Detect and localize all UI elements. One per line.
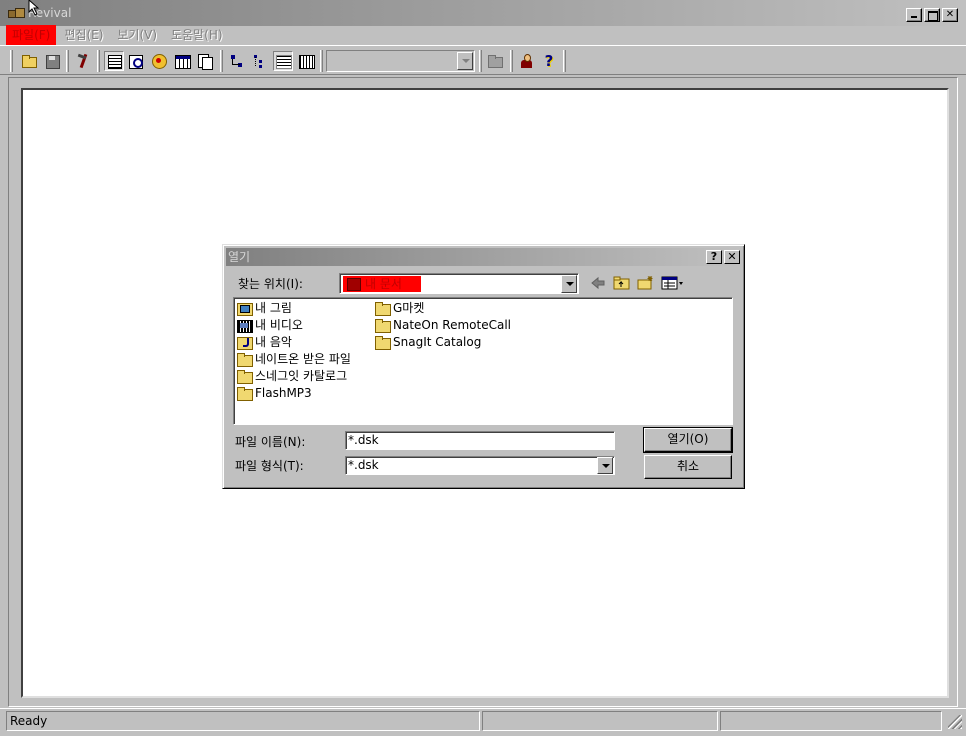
- help-button[interactable]: ?: [539, 51, 559, 71]
- up-folder-icon[interactable]: [613, 275, 631, 291]
- folder-icon: [237, 369, 253, 384]
- list-item[interactable]: G마켓: [374, 300, 424, 316]
- pictures-folder-icon: [237, 301, 253, 316]
- folder-icon: [237, 386, 253, 401]
- list-view-button[interactable]: [104, 51, 124, 71]
- tree-button[interactable]: [250, 51, 270, 71]
- video-folder-icon: [237, 318, 253, 333]
- toolbar-grip[interactable]: [10, 50, 13, 72]
- save-button[interactable]: [42, 51, 62, 71]
- file-list[interactable]: 내 그림 내 비디오 내 음악 네이트온 받은 파일 스네그잇 카탈로그 Fla…: [233, 297, 733, 425]
- open-icon: [21, 53, 37, 69]
- toolbar-separator: [97, 50, 100, 72]
- list-item[interactable]: 내 비디오: [236, 317, 303, 333]
- table-icon: [174, 53, 191, 69]
- tools-button[interactable]: [73, 51, 93, 71]
- maximize-button[interactable]: [924, 8, 940, 22]
- back-arrow-icon[interactable]: [589, 275, 607, 291]
- toolbar-separator: [510, 50, 513, 72]
- toolbar-separator: [66, 50, 69, 72]
- toolbar-separator: [220, 50, 223, 72]
- status-pane-3: [720, 711, 942, 731]
- menu-bar: 파일(F) 편집(E) 보기(V) 도움말(H): [0, 25, 966, 45]
- open-file-button[interactable]: 열기(O): [643, 427, 733, 453]
- filename-label: 파일 이름(N):: [235, 435, 306, 449]
- folder-icon: [375, 318, 391, 333]
- tree-icon: [252, 53, 268, 69]
- list-item[interactable]: NateOn RemoteCall: [374, 317, 511, 333]
- list-view-icon: [106, 53, 122, 69]
- grid-icon: [298, 53, 315, 69]
- nodes-icon: [229, 53, 245, 69]
- grid-button[interactable]: [296, 51, 316, 71]
- resize-grip[interactable]: [948, 715, 962, 729]
- dialog-close-button[interactable]: ✕: [724, 250, 740, 264]
- list-item[interactable]: 내 그림: [236, 300, 292, 316]
- user-button[interactable]: [516, 51, 536, 71]
- menu-help[interactable]: 도움말(H): [165, 25, 229, 45]
- dialog-help-button[interactable]: ?: [706, 250, 722, 264]
- status-text: Ready: [6, 711, 480, 731]
- pages-button[interactable]: [195, 51, 215, 71]
- help-icon: ?: [544, 52, 554, 70]
- details-icon: [275, 53, 292, 69]
- new-folder-icon[interactable]: [637, 275, 655, 291]
- folder-icon: [375, 335, 391, 350]
- folder-button[interactable]: [485, 51, 505, 71]
- tools-icon: [75, 53, 91, 69]
- filename-input[interactable]: *.dsk: [345, 431, 615, 450]
- look-in-combo[interactable]: 내 문서: [339, 273, 579, 294]
- toolbar-separator: [563, 50, 566, 72]
- toolbar: ?: [0, 45, 966, 75]
- list-item[interactable]: 스네그잇 카탈로그: [236, 368, 347, 384]
- toolbar-combo[interactable]: [326, 50, 475, 72]
- filetype-label: 파일 형식(T):: [235, 459, 304, 473]
- cancel-button[interactable]: 취소: [644, 455, 732, 479]
- mouse-cursor-icon: [28, 0, 40, 16]
- folder-icon: [487, 53, 503, 69]
- chevron-down-icon[interactable]: [561, 275, 577, 293]
- title-bar[interactable]: Revival ✕: [0, 0, 966, 26]
- filetype-value: *.dsk: [348, 458, 379, 472]
- disc-icon: [151, 53, 167, 69]
- list-item[interactable]: FlashMP3: [236, 385, 312, 401]
- details-button[interactable]: [273, 51, 293, 71]
- dialog-title-bar[interactable]: 열기 ? ✕: [226, 248, 741, 266]
- folder-icon: [237, 352, 253, 367]
- pages-icon: [197, 53, 213, 70]
- documents-folder-icon: [347, 278, 361, 291]
- status-bar: Ready: [0, 708, 966, 736]
- list-item[interactable]: SnagIt Catalog: [374, 334, 481, 350]
- chevron-down-icon[interactable]: [457, 52, 473, 70]
- close-button[interactable]: ✕: [942, 8, 958, 22]
- look-in-label: 찾는 위치(I):: [238, 277, 303, 291]
- table-button[interactable]: [172, 51, 192, 71]
- app-icon[interactable]: [8, 6, 26, 22]
- status-pane-2: [482, 711, 718, 731]
- list-item[interactable]: 네이트온 받은 파일: [236, 351, 351, 367]
- open-dialog: 열기 ? ✕ 찾는 위치(I): 내 문서 내 그림 내 비디오 내 음악 네이…: [222, 244, 745, 489]
- nodes-button[interactable]: [227, 51, 247, 71]
- open-button[interactable]: [19, 51, 39, 71]
- chevron-down-icon[interactable]: [597, 457, 613, 474]
- look-in-value: 내 문서: [343, 276, 421, 292]
- user-icon: [518, 53, 534, 69]
- toolbar-separator: [320, 50, 323, 72]
- dialog-title: 열기: [228, 250, 251, 264]
- menu-view[interactable]: 보기(V): [111, 25, 163, 45]
- save-icon: [44, 53, 60, 69]
- folder-icon: [375, 301, 391, 316]
- filetype-select[interactable]: *.dsk: [345, 456, 615, 475]
- find-button[interactable]: [126, 51, 146, 71]
- toolbar-separator: [479, 50, 482, 72]
- list-item[interactable]: 내 음악: [236, 334, 292, 350]
- find-icon: [128, 53, 144, 69]
- menu-edit[interactable]: 편집(E): [58, 25, 109, 45]
- disc-button[interactable]: [149, 51, 169, 71]
- view-menu-icon[interactable]: [661, 275, 685, 291]
- menu-file[interactable]: 파일(F): [6, 25, 57, 45]
- minimize-button[interactable]: [906, 8, 922, 22]
- music-folder-icon: [237, 335, 253, 350]
